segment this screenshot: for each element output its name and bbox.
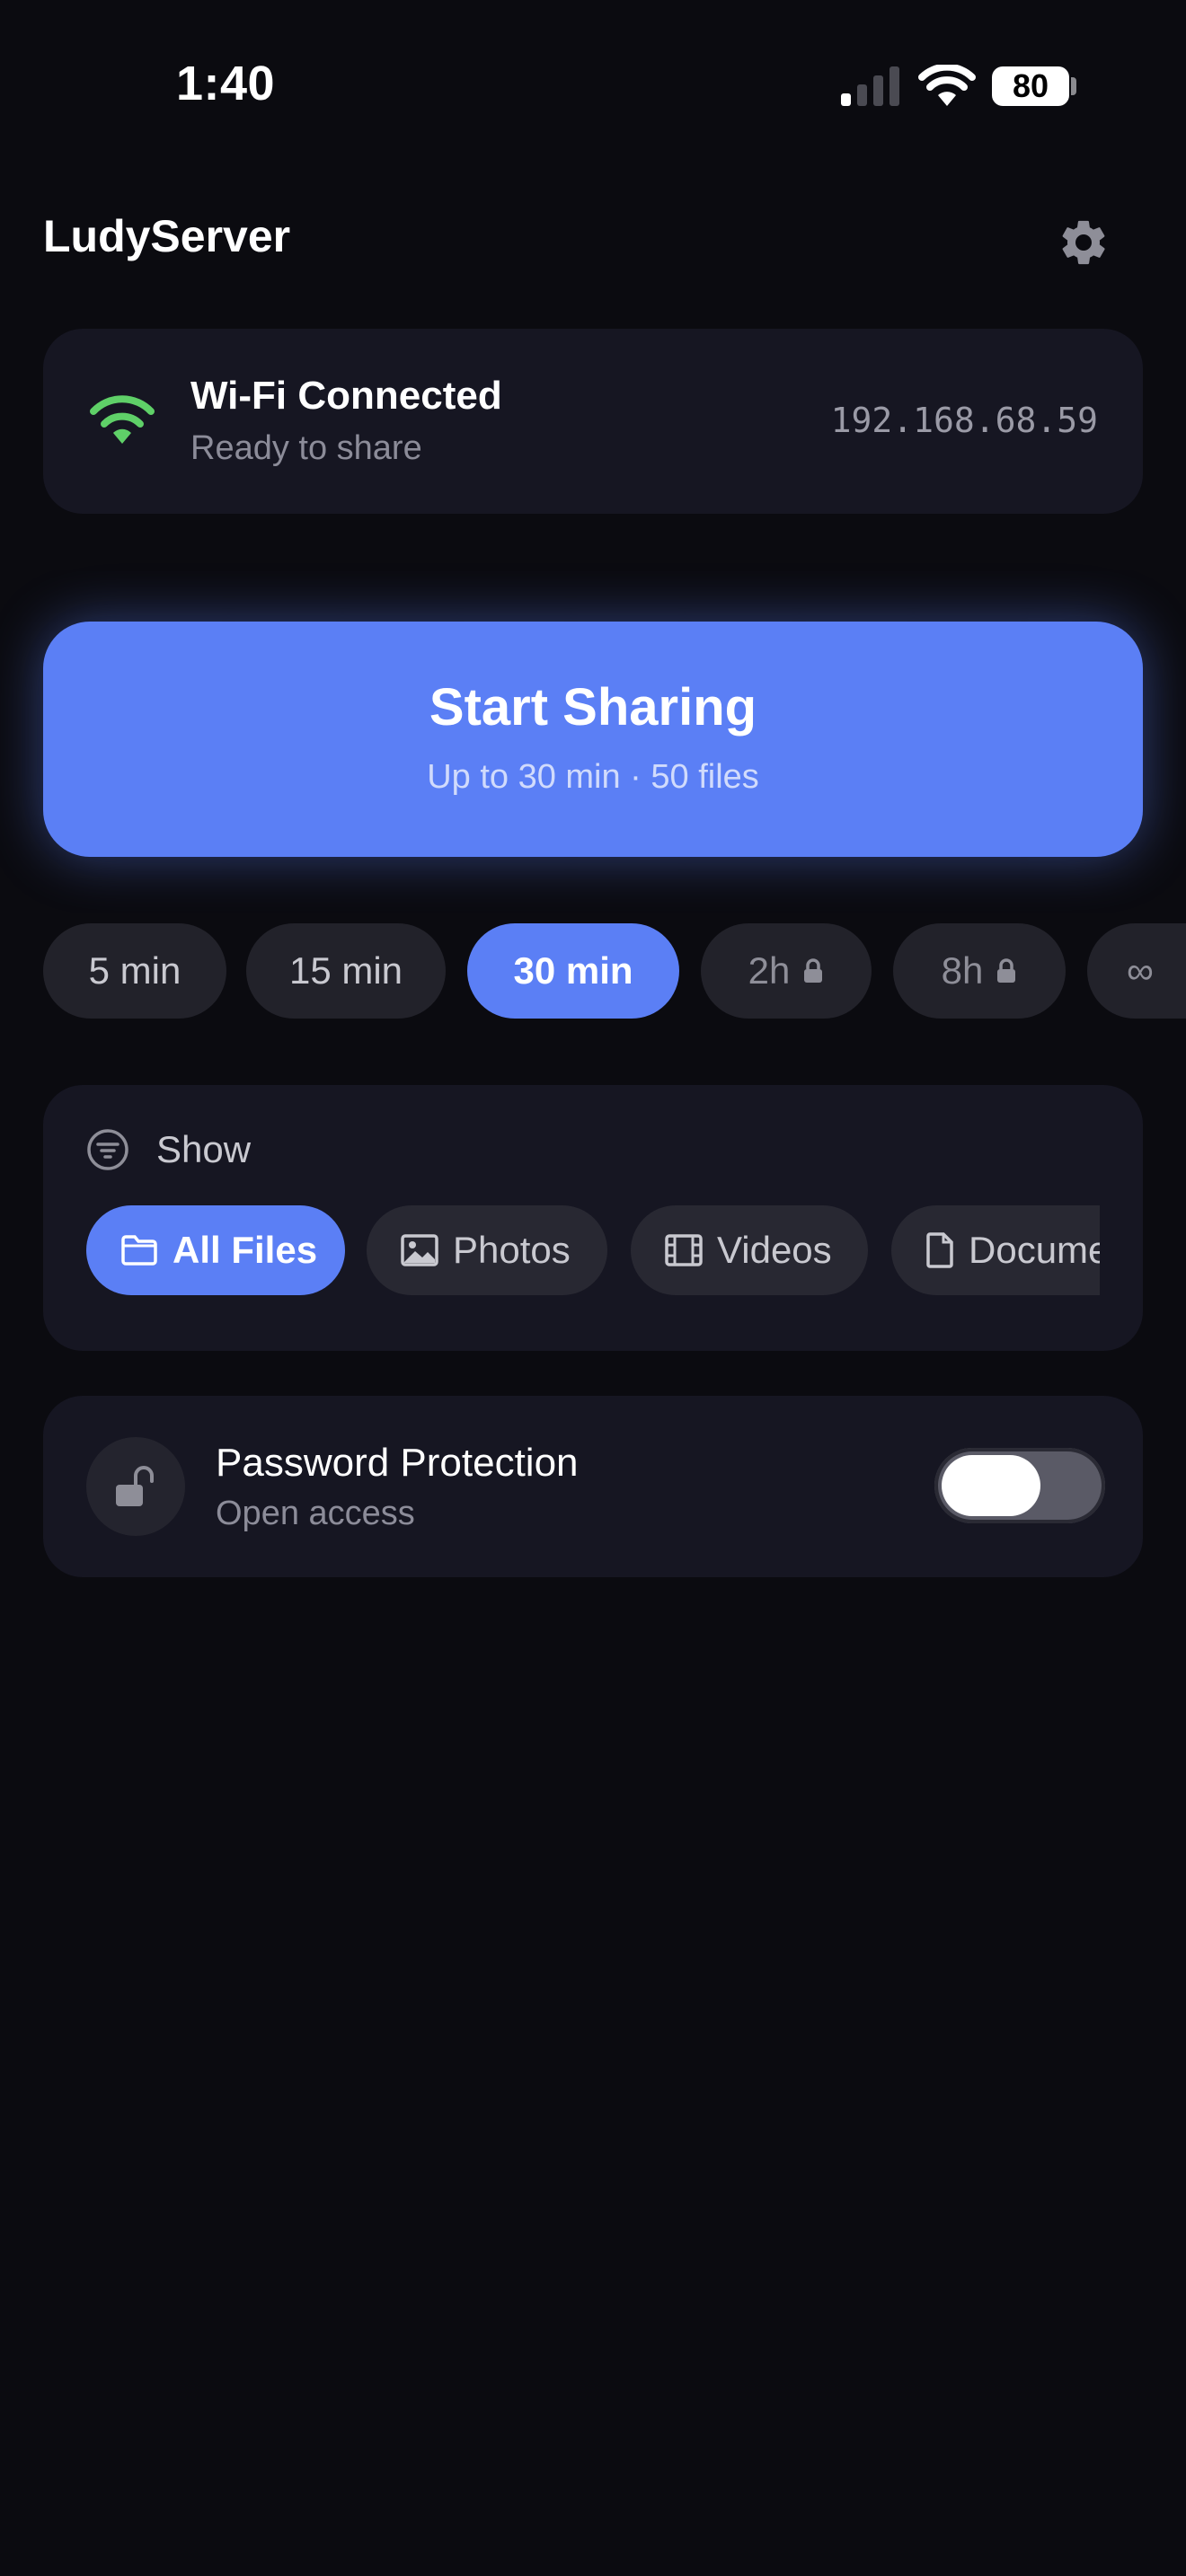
filter-chip-label: Documents — [969, 1229, 1100, 1271]
duration-15-min[interactable]: 15 min — [246, 923, 446, 1019]
duration-label: 2h — [748, 949, 791, 992]
password-protection-subtitle: Open access — [216, 1495, 415, 1532]
document-icon — [926, 1232, 953, 1268]
app-title: LudyServer — [43, 211, 291, 261]
start-sharing-button[interactable]: Start Sharing Up to 30 min · 50 files — [43, 622, 1143, 857]
wifi-icon — [90, 395, 155, 444]
filter-chip-label: Videos — [717, 1229, 832, 1271]
duration-8h[interactable]: 8h — [893, 923, 1066, 1019]
filter-chip-all-files[interactable]: All Files — [86, 1205, 345, 1295]
filter-label: Show — [156, 1128, 252, 1170]
unlock-icon — [116, 1466, 154, 1506]
duration-label: 5 min — [88, 949, 181, 992]
ip-address: 192.168.68.59 — [830, 401, 1098, 440]
wifi-status-title: Wi-Fi Connected — [190, 374, 502, 418]
lock-icon — [997, 958, 1016, 983]
duration-2h[interactable]: 2h — [701, 923, 872, 1019]
filter-icon — [87, 1129, 128, 1170]
battery-indicator: 80 — [992, 66, 1069, 106]
battery-level: 80 — [1012, 67, 1049, 104]
duration-label: 15 min — [288, 949, 403, 992]
folder-icon — [121, 1235, 157, 1266]
lock-icon — [804, 958, 823, 983]
duration-unlimited[interactable]: ∞ — [1087, 923, 1186, 1019]
status-time: 1:40 — [176, 57, 276, 110]
duration-label: ∞ — [1127, 949, 1154, 992]
settings-button[interactable] — [1049, 208, 1118, 277]
start-sharing-label: Start Sharing — [429, 678, 757, 737]
start-sharing-subtitle: Up to 30 min · 50 files — [427, 758, 759, 796]
filter-chip-documents[interactable]: Documents — [891, 1205, 1100, 1295]
battery-tip — [1071, 77, 1076, 95]
image-icon — [401, 1234, 438, 1266]
password-protection-toggle[interactable] — [934, 1448, 1105, 1523]
wifi-status-icon — [918, 65, 976, 106]
password-icon-wrap — [86, 1437, 185, 1536]
cellular-signal-icon — [841, 66, 899, 106]
filter-chip-row: All Files Photos Videos Documents — [86, 1205, 1100, 1299]
duration-label: 30 min — [513, 949, 633, 992]
gear-icon — [1062, 220, 1105, 265]
duration-30-min[interactable]: 30 min — [467, 923, 679, 1019]
film-icon — [665, 1234, 703, 1266]
filter-chip-photos[interactable]: Photos — [367, 1205, 607, 1295]
wifi-status-subtitle: Ready to share — [190, 429, 422, 467]
toggle-knob — [942, 1455, 1040, 1516]
password-protection-title: Password Protection — [216, 1441, 579, 1485]
filter-chip-label: Photos — [453, 1229, 571, 1271]
filter-chip-label: All Files — [173, 1229, 318, 1271]
filter-chip-videos[interactable]: Videos — [631, 1205, 868, 1295]
duration-5-min[interactable]: 5 min — [43, 923, 226, 1019]
duration-label: 8h — [941, 949, 984, 992]
